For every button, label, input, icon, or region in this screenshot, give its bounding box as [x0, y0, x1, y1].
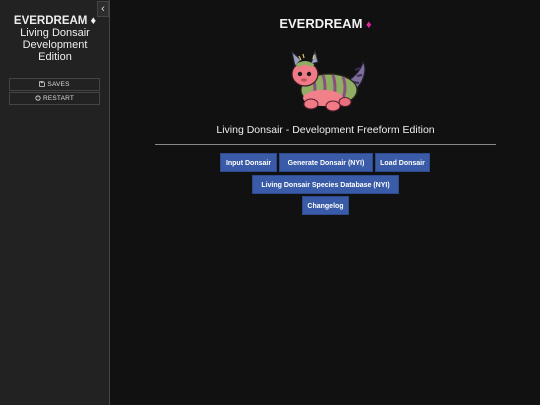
main-passage: EVERDREAM ♦ Living Donsair - Development… — [111, 0, 540, 405]
load-donsair-button[interactable]: Load Donsair — [375, 153, 430, 172]
generate-donsair-button[interactable]: Generate Donsair (NYI) — [279, 153, 373, 172]
donsair-creature-image — [291, 49, 366, 112]
pink-diamond-icon: ♦ — [366, 19, 372, 31]
restart-label: RESTART — [42, 95, 75, 102]
changelog-button[interactable]: Changelog — [302, 196, 349, 215]
restart-button[interactable]: RESTART — [9, 92, 100, 105]
story-subtitle-line-1: Living Donsair — [20, 27, 90, 39]
diamond-icon: ♦ — [90, 15, 97, 27]
divider — [155, 144, 496, 145]
story-subtitle-line-2: Development — [22, 39, 88, 51]
sidebar: ‹ EVERDREAM ♦ Living Donsair Development… — [0, 0, 110, 405]
page-title-text: EVERDREAM — [279, 16, 363, 31]
page-subtitle: Living Donsair - Development Freeform Ed… — [216, 124, 435, 136]
restart-icon — [35, 94, 41, 101]
story-title-name: EVERDREAM — [13, 15, 88, 27]
species-database-button[interactable]: Living Donsair Species Database (NYI) — [252, 175, 399, 194]
story-subtitle-line-3: Edition — [38, 51, 72, 63]
input-donsair-button[interactable]: Input Donsair — [220, 153, 277, 172]
story-title: EVERDREAM ♦ Living Donsair Development E… — [0, 15, 110, 63]
saves-label: SAVES — [47, 81, 70, 88]
saves-button[interactable]: SAVES — [9, 78, 100, 91]
page-title: EVERDREAM ♦ — [111, 16, 540, 31]
chevron-left-icon: ‹ — [101, 3, 105, 15]
save-icon — [39, 80, 46, 87]
